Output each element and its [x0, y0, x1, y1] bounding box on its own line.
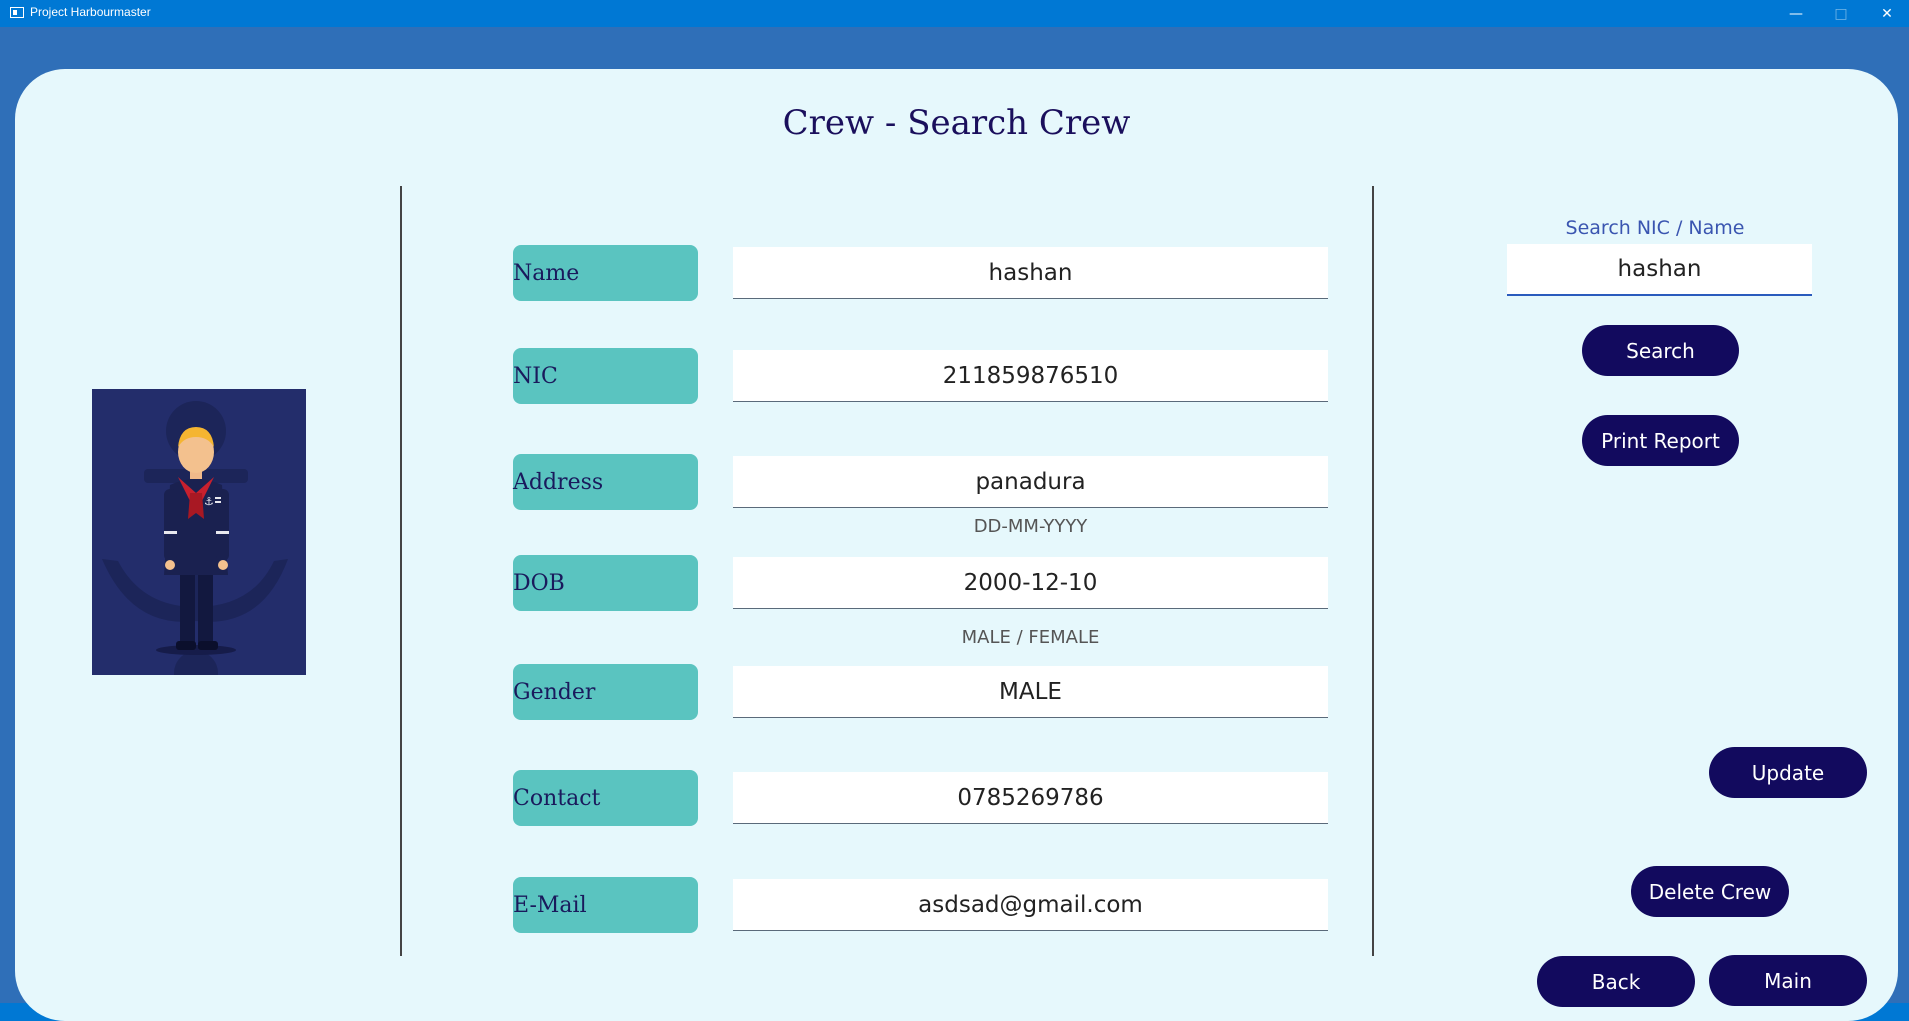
main-button[interactable]: Main: [1709, 955, 1867, 1006]
divider-left: [400, 186, 402, 956]
search-input[interactable]: [1507, 244, 1812, 296]
email-label: E-Mail: [513, 877, 698, 933]
gender-label: Gender: [513, 664, 698, 720]
divider-right: [1372, 186, 1374, 956]
print-report-button[interactable]: Print Report: [1582, 415, 1739, 466]
contact-label: Contact: [513, 770, 698, 826]
maximize-icon[interactable]: □: [1818, 0, 1864, 27]
main-panel: Crew - Search Crew ⚓ Name hashan NIC 211…: [15, 69, 1898, 1021]
sailor-illustration: ⚓: [92, 389, 306, 695]
search-button[interactable]: Search: [1582, 325, 1739, 376]
title-bar: Project Harbourmaster — □ ✕: [0, 0, 1909, 27]
window-body: Crew - Search Crew ⚓ Name hashan NIC 211…: [0, 27, 1909, 1021]
gender-hint: MALE / FEMALE: [961, 627, 1100, 648]
name-field[interactable]: hashan: [733, 247, 1328, 299]
search-label: Search NIC / Name: [1565, 217, 1745, 239]
delete-crew-button[interactable]: Delete Crew: [1631, 866, 1789, 917]
dob-label: DOB: [513, 555, 698, 611]
email-field[interactable]: asdsad@gmail.com: [733, 879, 1328, 931]
dob-format-hint: DD-MM-YYYY: [973, 516, 1088, 537]
sailor-icon: ⚓: [92, 389, 306, 695]
name-label: Name: [513, 245, 698, 301]
dob-field[interactable]: 2000-12-10: [733, 557, 1328, 609]
gender-field[interactable]: MALE: [733, 666, 1328, 718]
window-title: Project Harbourmaster: [30, 5, 151, 19]
minimize-icon[interactable]: —: [1773, 0, 1819, 27]
update-button[interactable]: Update: [1709, 747, 1867, 798]
svg-text:⚓: ⚓: [204, 495, 214, 508]
contact-field[interactable]: 0785269786: [733, 772, 1328, 824]
close-icon[interactable]: ✕: [1864, 0, 1909, 27]
nic-field[interactable]: 211859876510: [733, 350, 1328, 402]
page-title: Crew - Search Crew: [782, 103, 1131, 143]
back-button[interactable]: Back: [1537, 956, 1695, 1007]
app-window-icon: [10, 7, 24, 18]
nic-label: NIC: [513, 348, 698, 404]
address-label: Address: [513, 454, 698, 510]
address-field[interactable]: panadura: [733, 456, 1328, 508]
